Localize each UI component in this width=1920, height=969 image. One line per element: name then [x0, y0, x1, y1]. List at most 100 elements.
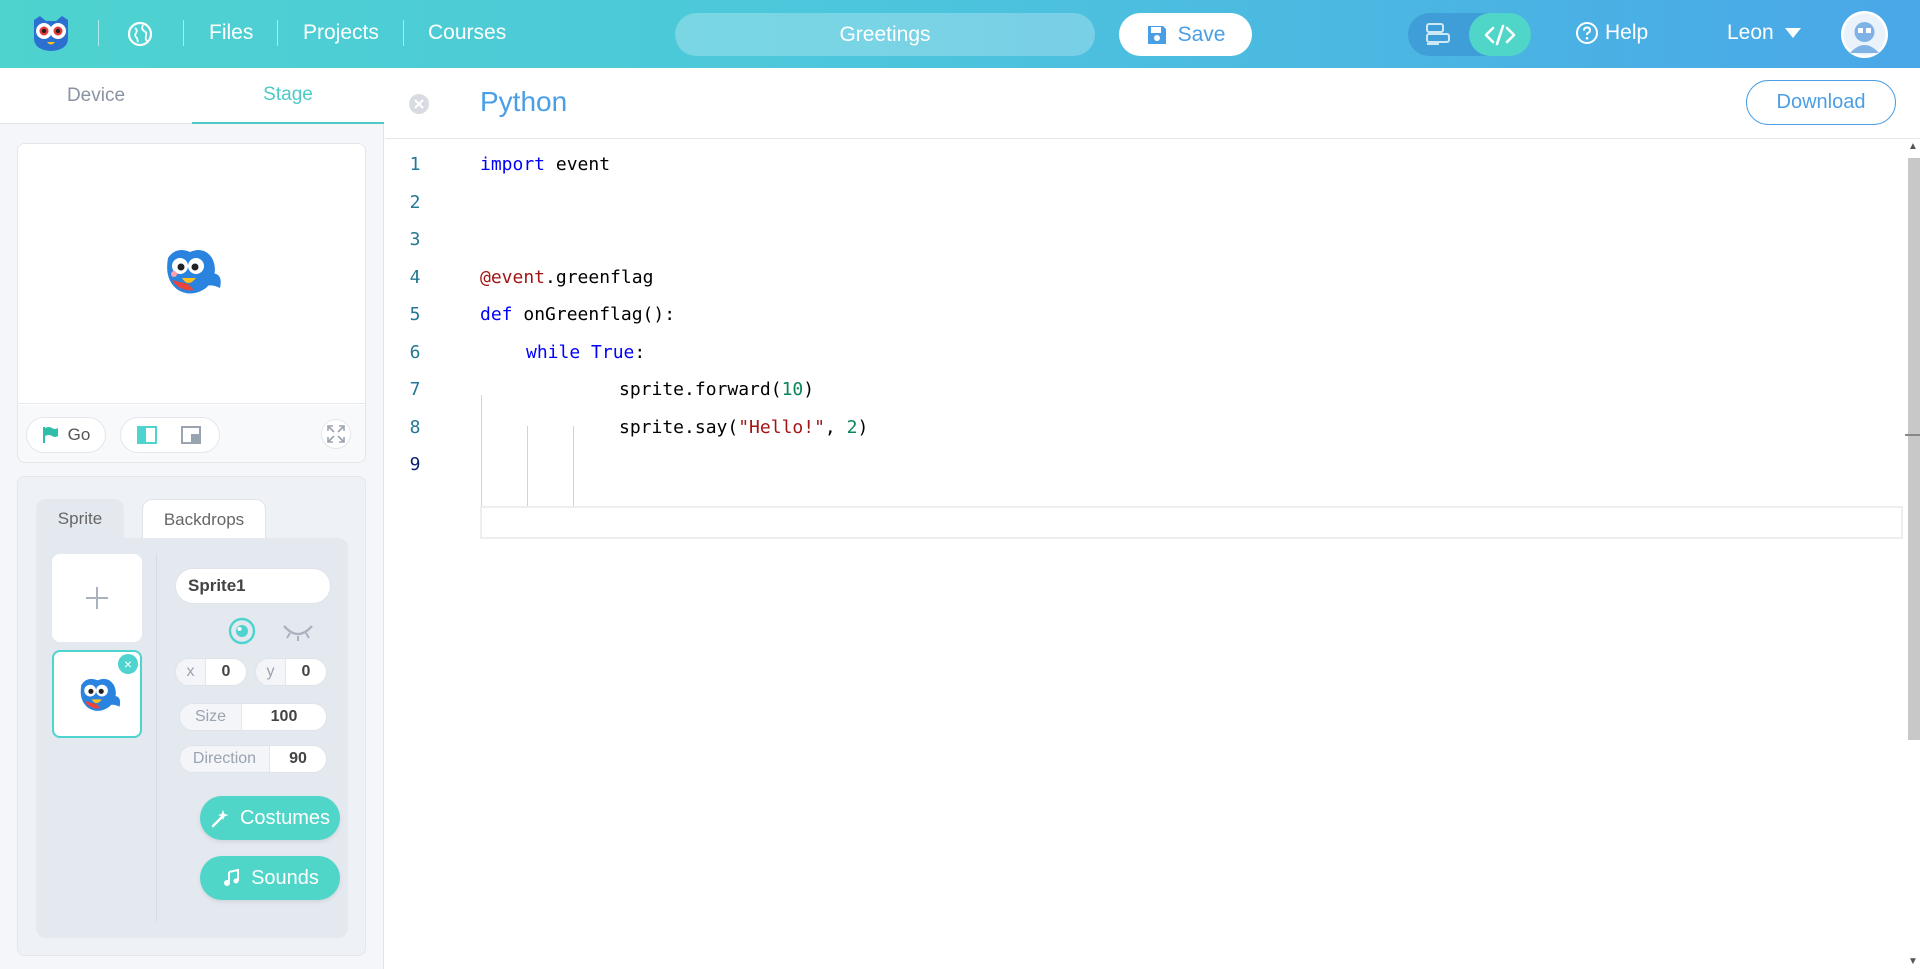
- y-value: 0: [301, 663, 311, 680]
- blocks-icon: [1426, 22, 1450, 45]
- tab-device[interactable]: Device: [0, 68, 192, 124]
- decorator: @event: [480, 267, 546, 288]
- scrollbar-thumb[interactable]: [1908, 158, 1920, 740]
- small-stage-icon[interactable]: [137, 426, 157, 444]
- show-sprite-icon[interactable]: [228, 617, 256, 645]
- code-text: .greenflag: [545, 267, 654, 288]
- large-stage-icon[interactable]: [181, 426, 201, 444]
- code-line-5: def onGreenflag():: [480, 304, 675, 325]
- code-text: event: [545, 154, 611, 175]
- owl-logo-icon[interactable]: [30, 14, 72, 52]
- delete-sprite-icon[interactable]: ×: [118, 654, 138, 674]
- plus-icon: [86, 587, 108, 609]
- help-icon: [1576, 22, 1598, 44]
- separator: [183, 20, 184, 46]
- mode-toggle: [1408, 13, 1531, 56]
- line-number: 1: [409, 154, 421, 175]
- code-line-6: while True:: [526, 342, 645, 363]
- stage-layout-toggle: [120, 417, 220, 453]
- user-name: Leon: [1727, 21, 1774, 44]
- keyword: import: [480, 154, 546, 175]
- line-number: 3: [409, 229, 421, 250]
- sprite-thumbnail[interactable]: ×: [52, 650, 142, 738]
- tab-sprite[interactable]: Sprite: [36, 499, 124, 539]
- nav-files[interactable]: Files: [209, 21, 253, 45]
- hide-sprite-icon[interactable]: [282, 622, 314, 644]
- left-tabs: Device Stage: [0, 68, 384, 124]
- go-label: Go: [67, 425, 91, 444]
- music-note-icon: [224, 868, 240, 886]
- magic-wand-icon: [211, 810, 229, 828]
- direction-field[interactable]: Direction 90: [179, 745, 327, 773]
- current-line-highlight: [480, 506, 1903, 539]
- line-number: 6: [409, 342, 421, 363]
- help-label: Help: [1605, 21, 1649, 44]
- x-label: x: [176, 659, 206, 685]
- code-text: ): [857, 417, 869, 438]
- code-line-8: sprite.say("Hello!", 2): [619, 417, 868, 438]
- sprite-panel: Sprite Backdrops × Sprite1 x 0 y 0 Size …: [17, 476, 366, 956]
- left-panel: Device Stage Go Sprite Backdrops × Sprit…: [0, 68, 384, 969]
- avatar[interactable]: [1841, 11, 1888, 58]
- blocks-mode-button[interactable]: [1408, 13, 1470, 56]
- fullscreen-icon: [327, 425, 345, 443]
- sounds-label: Sounds: [251, 866, 319, 889]
- download-button[interactable]: Download: [1746, 80, 1896, 125]
- globe-icon[interactable]: [127, 21, 153, 47]
- size-field[interactable]: Size 100: [179, 703, 327, 731]
- code-text: ,: [824, 417, 847, 438]
- owl-sprite-icon: [80, 678, 121, 711]
- scroll-up-icon[interactable]: ▲: [1908, 142, 1918, 152]
- code-line-4: @event.greenflag: [480, 267, 653, 288]
- code-mode-button[interactable]: [1469, 13, 1531, 56]
- code-area[interactable]: 1 2 3 4 5 6 7 8 9 import event @event.gr…: [385, 140, 1905, 969]
- y-field[interactable]: y 0: [255, 658, 327, 686]
- size-value: 100: [270, 708, 298, 725]
- scroll-down-icon[interactable]: ▼: [1908, 957, 1918, 967]
- line-number: 2: [409, 192, 421, 213]
- save-icon: [1147, 25, 1166, 44]
- separator: [277, 20, 278, 46]
- fullscreen-button[interactable]: [321, 419, 351, 449]
- divider: [156, 554, 157, 922]
- x-value: 0: [221, 663, 231, 680]
- project-title-input[interactable]: Greetings: [675, 13, 1095, 56]
- help-button[interactable]: Help: [1575, 21, 1648, 45]
- separator: [98, 20, 99, 46]
- keyword: def: [480, 304, 513, 325]
- tab-stage[interactable]: Stage: [192, 68, 384, 124]
- sounds-button[interactable]: Sounds: [200, 856, 340, 900]
- direction-value: 90: [289, 750, 307, 767]
- sprite-panel-body: × x 0 y 0 Size 100: [36, 538, 348, 938]
- code-text: sprite.say(: [619, 417, 739, 438]
- costumes-button[interactable]: Costumes: [200, 796, 340, 840]
- editor-scrollbar[interactable]: ▲ ▼: [1905, 140, 1920, 969]
- code-text: :: [634, 342, 646, 363]
- save-button[interactable]: Save: [1119, 13, 1252, 56]
- caret-down-icon: [1784, 28, 1801, 38]
- nav-courses[interactable]: Courses: [428, 21, 506, 45]
- separator: [403, 20, 404, 46]
- top-bar: Files Projects Courses Greetings Save He…: [0, 0, 1920, 68]
- line-number: 7: [409, 379, 421, 400]
- code-line-1: import event: [480, 154, 610, 175]
- go-button[interactable]: Go: [26, 417, 106, 453]
- direction-label: Direction: [180, 746, 270, 772]
- indent-guide: [481, 395, 482, 507]
- sprite-name-input[interactable]: [175, 568, 331, 604]
- code-editor-panel: Python Download 1 2 3 4 5 6 7 8 9 import…: [385, 68, 1920, 969]
- user-menu[interactable]: Leon: [1727, 21, 1802, 45]
- code-icon: [1484, 24, 1516, 45]
- tab-backdrops[interactable]: Backdrops: [142, 499, 266, 539]
- stage-canvas[interactable]: [18, 144, 365, 404]
- owl-sprite-icon[interactable]: [158, 244, 226, 300]
- user-avatar-icon: [1843, 13, 1886, 56]
- number-literal: 2: [846, 417, 858, 438]
- nav-projects[interactable]: Projects: [303, 21, 379, 45]
- close-icon[interactable]: [408, 93, 430, 115]
- x-field[interactable]: x 0: [175, 658, 247, 686]
- line-number: 4: [409, 267, 421, 288]
- add-sprite-button[interactable]: [52, 554, 142, 642]
- size-label: Size: [180, 704, 242, 730]
- stage-card: Go: [17, 143, 366, 463]
